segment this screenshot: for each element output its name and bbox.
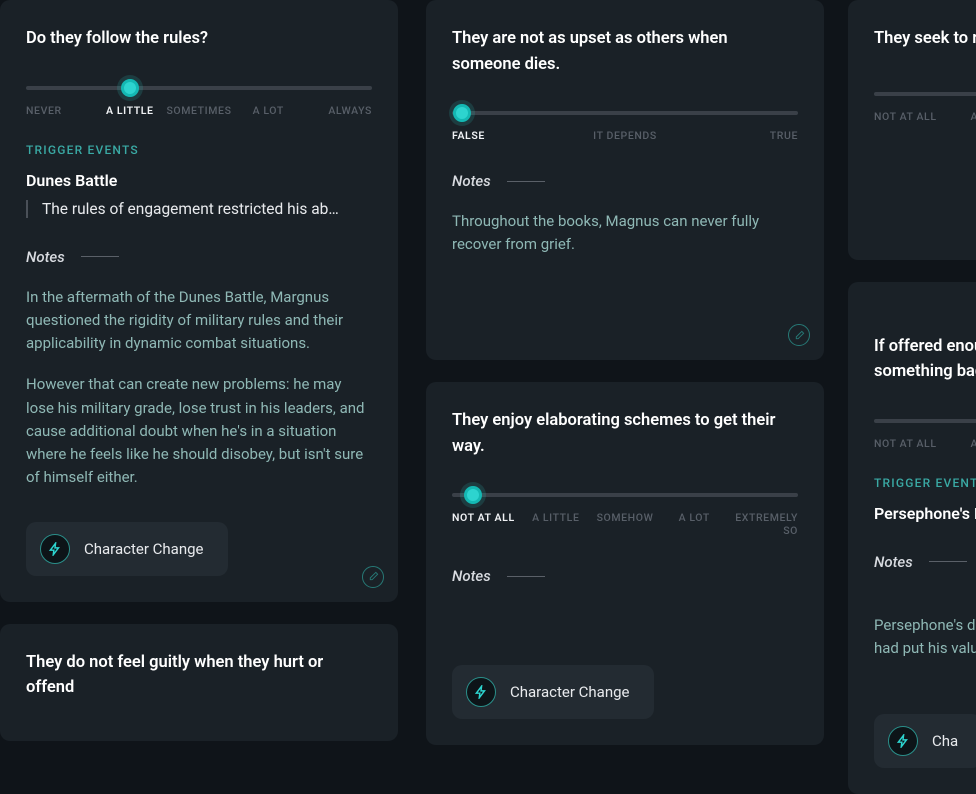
- notes-paragraph: Throughout the books, Magnus can never f…: [452, 210, 798, 257]
- tick-label: IT DEPENDS: [567, 129, 682, 142]
- notes-paragraph: However that can create new problems: he…: [26, 373, 372, 489]
- tick-label: TRUE: [683, 129, 798, 142]
- edit-icon[interactable]: [788, 324, 810, 346]
- notes-body: Throughout the books, Magnus can never f…: [452, 210, 798, 257]
- slider-ticks: NEVER A LITTLE SOMETIMES A LOT ALWAYS: [26, 104, 372, 117]
- trait-card-community: They seek to rep community in so NOT AT …: [848, 0, 976, 260]
- notes-heading: Notes: [452, 172, 491, 190]
- tick-label: A LIT: [937, 437, 976, 450]
- character-change-button[interactable]: Character Change: [452, 665, 654, 719]
- trait-card-guilt: They do not feel guitly when they hurt o…: [0, 624, 398, 741]
- slider-ticks: FALSE IT DEPENDS TRUE: [452, 129, 798, 142]
- trait-card-rules: Do they follow the rules? NEVER A LITTLE…: [0, 0, 398, 602]
- tick-label: ALWAYS: [303, 104, 372, 117]
- notes-body: In the aftermath of the Dunes Battle, Ma…: [26, 286, 372, 490]
- chip-label: Character Change: [510, 683, 630, 701]
- character-change-button[interactable]: Cha: [874, 714, 976, 768]
- tick-label: A LITTLE: [95, 104, 164, 117]
- question-text: Do they follow the rules?: [26, 26, 372, 52]
- event-title: Dunes Battle: [26, 171, 372, 190]
- frequency-slider[interactable]: [26, 86, 372, 90]
- truth-slider[interactable]: [452, 111, 798, 115]
- tick-label: NOT AT ALL: [874, 437, 937, 450]
- divider: [507, 181, 545, 182]
- notes-heading: Notes: [874, 553, 913, 571]
- tick-label: SOMETIMES: [164, 104, 233, 117]
- question-text: They enjoy elaborating schemes to get th…: [452, 408, 798, 459]
- event-description: The rules of engagement restricted his a…: [26, 200, 372, 218]
- tick-label: A LITTLE: [521, 511, 590, 537]
- character-change-button[interactable]: Character Change: [26, 522, 228, 576]
- question-text: They do not feel guitly when they hurt o…: [26, 650, 372, 701]
- tick-label: NOT AT ALL: [452, 511, 521, 537]
- notes-heading: Notes: [26, 248, 65, 266]
- notes-body: Persephone's de had put his value: [874, 591, 976, 684]
- trait-card-grief: They are not as upset as others when som…: [426, 0, 824, 360]
- tick-label: NEVER: [26, 104, 95, 117]
- trigger-events-heading: TRIGGER EVENT: [874, 476, 976, 490]
- degree-slider[interactable]: [874, 419, 976, 423]
- event-title: Persephone's De: [874, 504, 976, 523]
- chip-label: Cha: [932, 732, 958, 750]
- tick-label: NOT AT ALL: [874, 110, 937, 123]
- trait-card-schemes: They enjoy elaborating schemes to get th…: [426, 382, 824, 745]
- question-text: If offered enoug something bad?: [874, 308, 976, 385]
- degree-slider[interactable]: [874, 92, 976, 96]
- tick-label: A LIT: [937, 110, 976, 123]
- tick-label: A LOT: [660, 511, 729, 537]
- notes-paragraph: In the aftermath of the Dunes Battle, Ma…: [26, 286, 372, 356]
- tick-label: FALSE: [452, 129, 567, 142]
- trigger-events-heading: TRIGGER EVENTS: [26, 143, 372, 157]
- divider: [507, 576, 545, 577]
- lightning-icon: [40, 534, 70, 564]
- notes-paragraph: Persephone's de had put his value: [874, 614, 976, 661]
- slider-ticks: NOT AT ALL A LIT: [874, 110, 976, 123]
- lightning-icon: [888, 726, 918, 756]
- trait-card-bribe: If offered enoug something bad? NOT AT A…: [848, 282, 976, 794]
- tick-label: EXTREMELY SO: [729, 511, 798, 537]
- question-text: They are not as upset as others when som…: [452, 26, 798, 77]
- divider: [929, 561, 967, 562]
- tick-label: SOMEHOW: [590, 511, 659, 537]
- question-text: They seek to rep community in so: [874, 26, 976, 52]
- chip-label: Character Change: [84, 540, 204, 558]
- degree-slider[interactable]: [452, 493, 798, 497]
- divider: [81, 256, 119, 257]
- tick-label: A LOT: [234, 104, 303, 117]
- notes-heading: Notes: [452, 567, 491, 585]
- edit-icon[interactable]: [362, 566, 384, 588]
- slider-ticks: NOT AT ALL A LITTLE SOMEHOW A LOT EXTREM…: [452, 511, 798, 537]
- lightning-icon: [466, 677, 496, 707]
- slider-ticks: NOT AT ALL A LIT: [874, 437, 976, 450]
